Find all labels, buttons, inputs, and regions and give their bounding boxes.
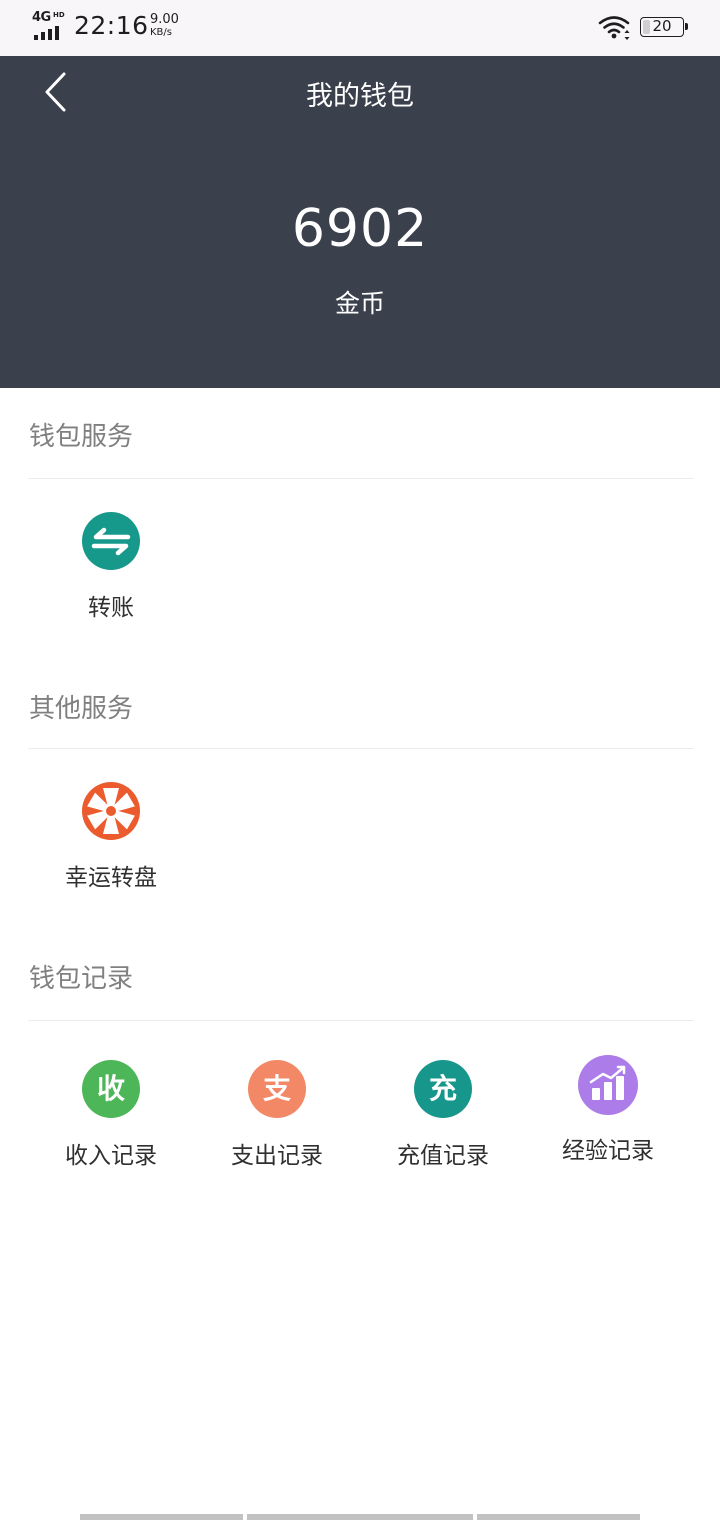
battery-percent: 20 — [652, 17, 672, 35]
bottom-nav-bar-right[interactable] — [477, 1514, 640, 1520]
expense-records-button[interactable]: 支 支出记录 — [202, 1060, 352, 1180]
status-bar: 4G HD 22:16 9.00 KB/s 20 — [0, 0, 720, 56]
recharge-records-button[interactable]: 充 充值记录 — [368, 1060, 518, 1180]
transfer-label: 转账 — [88, 595, 134, 621]
expense-icon-text: 支 — [262, 1072, 291, 1105]
experience-records-label: 经验记录 — [562, 1138, 654, 1164]
lucky-wheel-label: 幸运转盘 — [65, 865, 157, 891]
section-title-other-services: 其他服务 — [29, 694, 134, 724]
network-indicator: 4G HD — [32, 10, 68, 42]
recharge-records-label: 充值记录 — [397, 1143, 489, 1169]
network-type: 4G — [32, 10, 51, 25]
income-icon: 收 — [82, 1060, 140, 1118]
network-speed: 9.00 KB/s — [150, 13, 190, 39]
balance-unit: 金币 — [334, 289, 385, 318]
income-records-button[interactable]: 收 收入记录 — [36, 1060, 186, 1180]
experience-records-button[interactable]: 经验记录 — [533, 1055, 683, 1175]
network-hd: HD — [53, 11, 65, 19]
experience-chart-icon — [578, 1055, 638, 1115]
wallet-header: 我的钱包 6902 金币 — [0, 56, 720, 388]
bottom-nav-bar-left[interactable] — [80, 1514, 243, 1520]
recharge-icon-text: 充 — [428, 1072, 457, 1105]
speed-value: 9.00 — [150, 12, 179, 27]
divider — [28, 748, 694, 749]
lucky-wheel-icon — [82, 782, 140, 840]
section-title-wallet-records: 钱包记录 — [29, 964, 134, 994]
section-title-wallet-services: 钱包服务 — [29, 422, 134, 452]
income-icon-text: 收 — [96, 1072, 125, 1105]
battery-icon: 20 — [640, 17, 688, 37]
wifi-icon — [598, 16, 630, 40]
lucky-wheel-button[interactable]: 幸运转盘 — [36, 782, 186, 902]
balance-value: 6902 — [291, 199, 429, 259]
speed-unit: KB/s — [150, 27, 172, 38]
expense-records-label: 支出记录 — [231, 1143, 323, 1169]
divider — [28, 1020, 694, 1021]
divider — [28, 478, 694, 479]
page-title: 我的钱包 — [306, 81, 414, 112]
transfer-button[interactable]: 转账 — [36, 512, 186, 632]
signal-icon — [34, 26, 68, 40]
income-records-label: 收入记录 — [65, 1143, 157, 1169]
bottom-nav-bar-center[interactable] — [247, 1514, 473, 1520]
transfer-icon — [82, 512, 140, 570]
expense-icon: 支 — [248, 1060, 306, 1118]
recharge-icon: 充 — [414, 1060, 472, 1118]
clock: 22:16 — [74, 11, 149, 40]
